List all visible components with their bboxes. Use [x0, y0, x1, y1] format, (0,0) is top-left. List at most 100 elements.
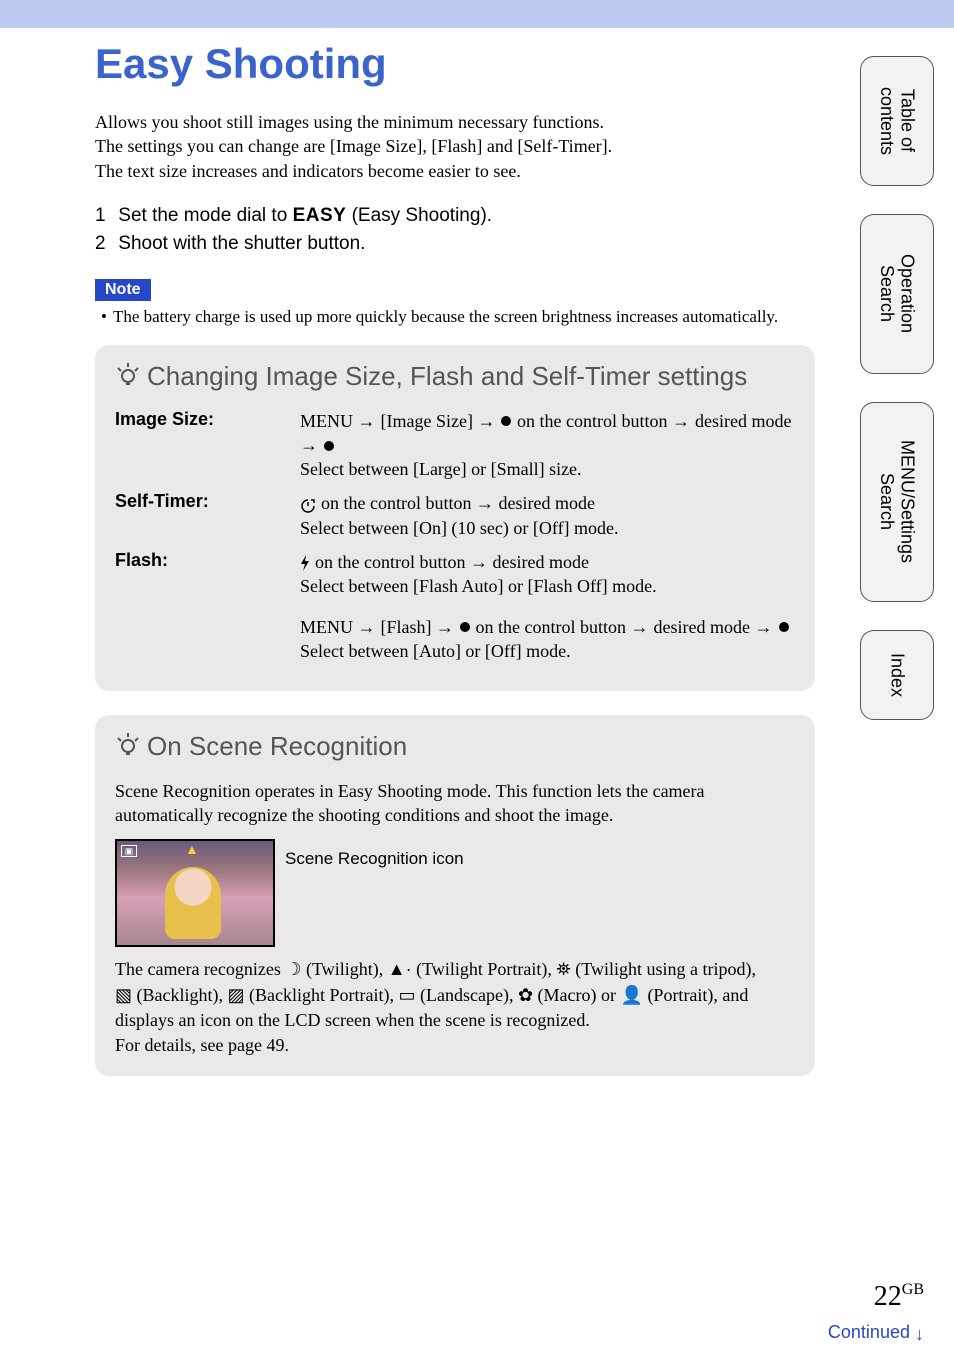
main-content: Easy Shooting Allows you shoot still ima…	[95, 40, 815, 1076]
continued-label: Continued	[828, 1322, 910, 1342]
twilight-icon: ☽	[285, 959, 301, 979]
arrow-icon: →	[300, 435, 323, 455]
select-text: Select between [Large] or [Small] size.	[300, 459, 582, 479]
setting-self-timer: Self-Timer: on the control button → desi…	[115, 491, 795, 540]
step-number: 2	[95, 233, 113, 255]
center-button-icon	[501, 416, 511, 426]
step-1-text-a: Set the mode dial to	[118, 205, 292, 226]
select-text: Select between [On] (10 sec) or [Off] mo…	[300, 518, 619, 538]
menu-text: MENU	[300, 617, 353, 637]
twilight-tripod-icon: ⛯	[556, 959, 570, 979]
tail-text: desired mode	[695, 411, 791, 431]
tip-title-text: On Scene Recognition	[147, 731, 407, 761]
tab-index[interactable]: Index	[860, 630, 934, 720]
setting-image-size: Image Size: MENU → [Image Size] → on the…	[115, 409, 795, 482]
tip-box-scene: On Scene Recognition Scene Recognition o…	[95, 715, 815, 1076]
note-badge: Note	[95, 279, 151, 301]
mode-twilight: (Twilight),	[302, 959, 388, 979]
setting-label: Flash:	[115, 550, 300, 599]
photo-callout-row: ▣ ▲ Scene Recognition icon	[115, 839, 795, 947]
setting-desc: on the control button → desired mode Sel…	[300, 550, 657, 599]
intro-line-2: The settings you can change are [Image S…	[95, 134, 815, 158]
arrow-icon: →	[358, 411, 381, 431]
page-title: Easy Shooting	[95, 40, 815, 88]
step-1: 1 Set the mode dial to EASY (Easy Shooti…	[95, 205, 815, 227]
intro-line-3: The text size increases and indicators b…	[95, 159, 815, 183]
steps-list: 1 Set the mode dial to EASY (Easy Shooti…	[95, 205, 815, 255]
mode-backlight: (Backlight),	[132, 985, 227, 1005]
line1b: desired mode	[488, 552, 589, 572]
step-2: 2 Shoot with the shutter button.	[95, 233, 815, 255]
tip-title-text: Changing Image Size, Flash and Self-Time…	[147, 361, 747, 391]
landscape-icon: ▭	[398, 985, 415, 1005]
tip-title-scene: On Scene Recognition	[115, 731, 795, 765]
setting-desc: MENU → [Flash] → on the control button →…	[300, 615, 790, 664]
arrow-icon: →	[436, 617, 459, 637]
tip-title-settings: Changing Image Size, Flash and Self-Time…	[115, 361, 795, 395]
flash-icon	[300, 552, 315, 572]
note-line: • The battery charge is used up more quic…	[95, 307, 815, 327]
menu-text: MENU	[300, 411, 353, 431]
list-post-1: displays an icon on the LCD screen when …	[115, 1010, 590, 1030]
line1a: on the control button	[315, 552, 470, 572]
callout-label: Scene Recognition icon	[285, 849, 464, 869]
arrow-icon: →	[631, 617, 654, 637]
step-1-text-b: (Easy Shooting).	[346, 205, 492, 226]
scene-list: The camera recognizes ☽ (Twilight), ▲· (…	[115, 957, 795, 1058]
warning-icon: ▲	[185, 843, 199, 859]
mode-landscape: (Landscape),	[416, 985, 518, 1005]
macro-icon: ✿	[518, 985, 533, 1005]
select-text: Select between [Flash Auto] or [Flash Of…	[300, 576, 657, 596]
page-number-value: 22	[874, 1281, 902, 1312]
continued-indicator: Continued ↓	[828, 1322, 924, 1343]
setting-label: Self-Timer:	[115, 491, 300, 540]
bulb-icon	[115, 362, 141, 395]
photo-subject	[165, 867, 221, 939]
intro-block: Allows you shoot still images using the …	[95, 110, 815, 183]
list-pre: The camera recognizes	[115, 959, 285, 979]
arrow-icon: →	[470, 552, 488, 572]
setting-flash: Flash: on the control button → desired m…	[115, 550, 795, 599]
arrow-icon: →	[755, 617, 778, 637]
sample-photo: ▣ ▲	[115, 839, 275, 947]
line1b: desired mode	[494, 493, 595, 513]
mode-twilight-tripod: (Twilight using a tripod),	[571, 959, 756, 979]
callout: Scene Recognition icon	[285, 839, 464, 869]
scene-intro: Scene Recognition operates in Easy Shoot…	[115, 779, 795, 828]
step-2-text: Shoot with the shutter button.	[118, 233, 365, 254]
portrait-icon: 👤	[621, 985, 643, 1005]
intro-line-1: Allows you shoot still images using the …	[95, 110, 815, 134]
setting-desc: MENU → [Image Size] → on the control but…	[300, 409, 795, 482]
ctrl-text: on the control button	[476, 617, 626, 637]
center-button-icon	[460, 622, 470, 632]
backlight-portrait-icon: ▨	[228, 985, 245, 1005]
tab-menu-settings-search[interactable]: MENU/Settings Search	[860, 402, 934, 602]
page-region: GB	[902, 1281, 924, 1298]
setting-flash-menu: MENU → [Flash] → on the control button →…	[115, 615, 795, 664]
setting-label-empty	[115, 615, 300, 664]
arrow-icon: →	[358, 617, 381, 637]
bulb-icon	[115, 732, 141, 765]
arrow-icon: →	[672, 411, 695, 431]
tab-toc[interactable]: Table of contents	[860, 56, 934, 186]
top-accent-bar	[0, 0, 954, 28]
line1a: on the control button	[321, 493, 476, 513]
note-text: The battery charge is used up more quick…	[113, 307, 778, 326]
mode-backlight-portrait: (Backlight Portrait),	[245, 985, 399, 1005]
center-button-icon	[324, 441, 334, 451]
setting-desc: on the control button → desired mode Sel…	[300, 491, 619, 540]
tab-operation-search[interactable]: Operation Search	[860, 214, 934, 374]
arrow-icon: →	[477, 411, 500, 431]
arrow-icon: →	[476, 493, 494, 513]
side-tabs: Table of contents Operation Search MENU/…	[860, 56, 934, 720]
tail-text: desired mode	[654, 617, 750, 637]
down-arrow-icon: ↓	[915, 1324, 924, 1345]
ctrl-text: on the control button	[517, 411, 667, 431]
scene-recognition-icon: ▣	[121, 845, 137, 857]
timer-icon	[300, 493, 321, 513]
menu-item: [Flash]	[381, 617, 432, 637]
bullet-icon: •	[101, 307, 107, 326]
menu-item: [Image Size]	[381, 411, 473, 431]
mode-twilight-portrait: (Twilight Portrait),	[412, 959, 557, 979]
step-number: 1	[95, 205, 113, 227]
